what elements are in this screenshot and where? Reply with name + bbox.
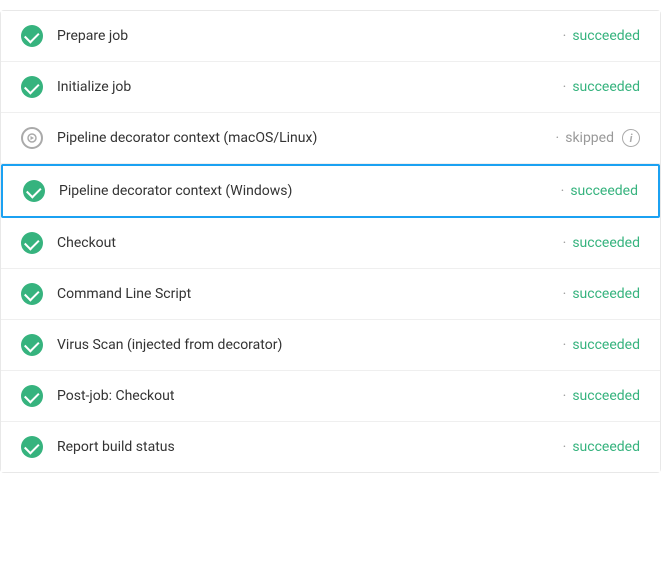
job-name: Initialize job: [57, 79, 557, 95]
success-icon: [21, 385, 43, 407]
success-icon: [21, 25, 43, 47]
job-item-pipeline-decorator-macos[interactable]: Pipeline decorator context (macOS/Linux)…: [1, 113, 660, 164]
status-text: succeeded: [570, 183, 638, 199]
success-icon: [21, 334, 43, 356]
job-item-checkout[interactable]: Checkout · succeeded: [1, 218, 660, 269]
status-text: succeeded: [572, 235, 640, 251]
status-text: skipped: [565, 130, 614, 146]
success-icon: [21, 283, 43, 305]
status-text: succeeded: [572, 439, 640, 455]
separator: ·: [563, 337, 567, 353]
status-text: succeeded: [572, 79, 640, 95]
separator: ·: [563, 235, 567, 251]
job-name: Command Line Script: [57, 286, 557, 302]
separator: ·: [563, 439, 567, 455]
status-text: succeeded: [572, 28, 640, 44]
job-name: Pipeline decorator context (macOS/Linux): [57, 130, 550, 146]
job-name: Virus Scan (injected from decorator): [57, 337, 557, 353]
job-item-command-line-script[interactable]: Command Line Script · succeeded: [1, 269, 660, 320]
separator: ·: [556, 130, 560, 146]
job-item-initialize-job[interactable]: Initialize job · succeeded: [1, 62, 660, 113]
success-icon: [21, 436, 43, 458]
separator: ·: [561, 183, 565, 199]
job-list: Prepare job · succeeded Initialize job · succ…: [0, 10, 661, 473]
separator: ·: [563, 79, 567, 95]
job-item-report-build-status[interactable]: Report build status · succeeded: [1, 422, 660, 472]
success-icon: [23, 180, 45, 202]
status-text: succeeded: [572, 337, 640, 353]
job-name: Prepare job: [57, 28, 557, 44]
job-item-prepare-job[interactable]: Prepare job · succeeded: [1, 11, 660, 62]
status-text: succeeded: [572, 388, 640, 404]
separator: ·: [563, 388, 567, 404]
job-name: Report build status: [57, 439, 557, 455]
job-name: Checkout: [57, 235, 557, 251]
job-name: Pipeline decorator context (Windows): [59, 183, 555, 199]
success-icon: [21, 76, 43, 98]
separator: ·: [563, 28, 567, 44]
job-item-virus-scan[interactable]: Virus Scan (injected from decorator) · suc…: [1, 320, 660, 371]
skipped-icon: [21, 127, 43, 149]
separator: ·: [563, 286, 567, 302]
status-text: succeeded: [572, 286, 640, 302]
job-item-post-job-checkout[interactable]: Post-job: Checkout · succeeded: [1, 371, 660, 422]
success-icon: [21, 232, 43, 254]
job-name: Post-job: Checkout: [57, 388, 557, 404]
info-icon[interactable]: i: [622, 129, 640, 147]
job-item-pipeline-decorator-windows[interactable]: Pipeline decorator context (Windows) · suc…: [1, 164, 660, 218]
